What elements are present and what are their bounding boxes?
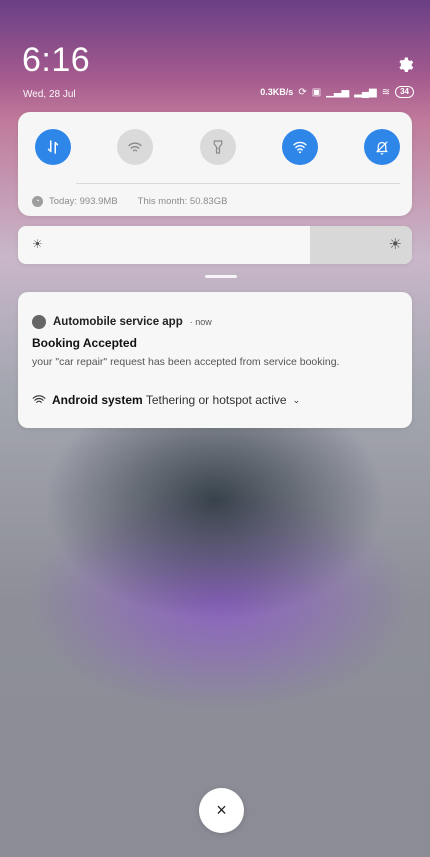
hotspot-small-icon [32,395,46,403]
net-speed: 0.3KB/s [260,87,294,97]
tile-flashlight[interactable] [200,129,236,165]
close-icon: × [216,800,227,820]
battery-icon: 34 [395,86,414,98]
notification-header: Automobile service app · now [32,315,212,329]
image-icon: ▣ [311,86,322,98]
tile-hotspot[interactable] [282,129,318,165]
wifi-status-icon: ≋ [381,86,391,98]
data-usage[interactable]: ◔ Today: 993.9MB This month: 50.83GB [32,196,227,207]
tile-wifi[interactable] [117,129,153,165]
drag-handle[interactable] [205,275,237,278]
usage-month: This month: 50.83GB [137,196,228,207]
data-usage-icon: ◔ [32,196,43,207]
brightness-low-icon: ☀ [32,237,43,251]
bell-off-icon [376,141,388,155]
status-bar: 6:16 Wed, 28 Jul 0.3KB/s ⟳ ▣ ▁▃▅ ▂▄▆ ≋ 3… [0,0,430,110]
system-notification[interactable]: Android system Tethering or hotspot acti… [32,393,300,407]
quick-settings-panel: ◔ Today: 993.9MB This month: 50.83GB [18,112,412,216]
tile-data[interactable] [35,129,71,165]
notification-time: · now [189,317,212,327]
brightness-high-icon: ☀ [388,236,402,253]
tile-silent[interactable] [364,129,400,165]
sync-icon: ⟳ [298,86,307,98]
quick-settings-divider [76,183,400,184]
system-app-name: Android system [52,393,143,407]
data-transfer-icon [47,140,59,154]
notification-card[interactable]: Automobile service app · now Booking Acc… [18,292,412,428]
signal-2-icon: ▂▄▆ [354,86,377,98]
app-icon [32,315,46,329]
clear-all-button[interactable]: × [199,788,244,833]
wifi-icon [128,142,142,152]
flashlight-icon [213,140,223,154]
brightness-slider[interactable]: ☀ ☀ [18,226,412,264]
system-indicators: 0.3KB/s ⟳ ▣ ▁▃▅ ▂▄▆ ≋ 34 [260,86,414,98]
signal-1-icon: ▁▃▅ [326,86,350,98]
notification-title: Booking Accepted [32,336,137,350]
gear-icon[interactable] [396,56,414,74]
clock-date: Wed, 28 Jul [23,89,76,100]
system-notification-text: Tethering or hotspot active [145,393,287,407]
app-name: Automobile service app [53,316,183,328]
chevron-down-icon[interactable]: ⌄ [293,395,301,406]
usage-today: Today: 993.9MB [49,196,118,207]
clock-time: 6:16 [22,41,91,79]
notification-body: your "car repair" request has been accep… [32,356,340,368]
hotspot-icon [293,141,307,154]
